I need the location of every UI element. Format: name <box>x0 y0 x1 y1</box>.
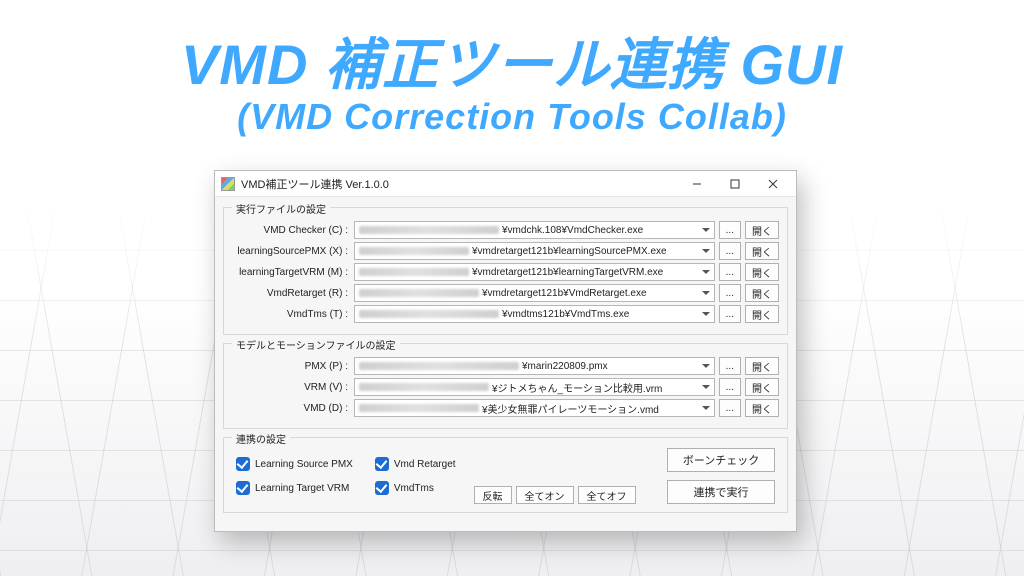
close-button[interactable] <box>754 173 792 195</box>
path-combo[interactable]: ¥vmdretarget121b¥learningSourcePMX.exe <box>354 242 715 260</box>
row-vmdtms: VmdTms (T) : ¥vmdtms121b¥VmdTms.exe ... … <box>232 305 779 323</box>
open-button[interactable]: 開く <box>745 242 779 260</box>
browse-button[interactable]: ... <box>719 399 741 417</box>
title-bar[interactable]: VMD補正ツール連携 Ver.1.0.0 <box>215 171 796 197</box>
window-title: VMD補正ツール連携 Ver.1.0.0 <box>241 176 678 192</box>
group-collab-settings: 連携の設定 Learning Source PMX Vmd Retarget L… <box>223 437 788 513</box>
maximize-button[interactable] <box>716 173 754 195</box>
bone-check-button[interactable]: ボーンチェック <box>667 448 775 472</box>
row-vmd: VMD (D) : ¥美少女無罪パイレーツモーション.vmd ... 開く <box>232 399 779 417</box>
path-combo[interactable]: ¥marin220809.pmx <box>354 357 715 375</box>
path-combo[interactable]: ¥vmdretarget121b¥VmdRetarget.exe <box>354 284 715 302</box>
group-model-motion: モデルとモーションファイルの設定 PMX (P) : ¥marin220809.… <box>223 343 788 429</box>
browse-button[interactable]: ... <box>719 284 741 302</box>
promo-subtitle: (VMD Correction Tools Collab) <box>0 96 1024 138</box>
browse-button[interactable]: ... <box>719 305 741 323</box>
run-collab-button[interactable]: 連携で実行 <box>667 480 775 504</box>
app-icon <box>221 177 235 191</box>
checkbox-icon <box>236 481 250 495</box>
label: VmdRetarget (R) : <box>232 288 350 299</box>
open-button[interactable]: 開く <box>745 284 779 302</box>
window-content: 実行ファイルの設定 VMD Checker (C) : ¥vmdchk.108¥… <box>215 197 796 531</box>
path-combo[interactable]: ¥vmdretarget121b¥learningTargetVRM.exe <box>354 263 715 281</box>
row-vrm: VRM (V) : ¥ジトメちゃん_モーション比較用.vrm ... 開く <box>232 378 779 396</box>
group-title: 連携の設定 <box>232 431 290 446</box>
all-off-button[interactable]: 全てオフ <box>578 486 636 504</box>
path-combo[interactable]: ¥ジトメちゃん_モーション比較用.vrm <box>354 378 715 396</box>
label: learningSourcePMX (X) : <box>232 246 350 257</box>
path-combo[interactable]: ¥vmdchk.108¥VmdChecker.exe <box>354 221 715 239</box>
app-window: VMD補正ツール連携 Ver.1.0.0 実行ファイルの設定 VMD Check… <box>214 170 797 532</box>
row-vmdretarget: VmdRetarget (R) : ¥vmdretarget121b¥VmdRe… <box>232 284 779 302</box>
group-title: モデルとモーションファイルの設定 <box>232 337 400 352</box>
browse-button[interactable]: ... <box>719 263 741 281</box>
group-title: 実行ファイルの設定 <box>232 201 330 216</box>
open-button[interactable]: 開く <box>745 378 779 396</box>
open-button[interactable]: 開く <box>745 263 779 281</box>
check-learning-target-vrm[interactable]: Learning Target VRM <box>236 481 353 495</box>
checkbox-icon <box>375 481 389 495</box>
promo-title: VMD 補正ツール連携 GUI <box>0 20 1024 101</box>
open-button[interactable]: 開く <box>745 305 779 323</box>
checkbox-icon <box>375 457 389 471</box>
browse-button[interactable]: ... <box>719 378 741 396</box>
row-pmx: PMX (P) : ¥marin220809.pmx ... 開く <box>232 357 779 375</box>
open-button[interactable]: 開く <box>745 357 779 375</box>
open-button[interactable]: 開く <box>745 399 779 417</box>
browse-button[interactable]: ... <box>719 221 741 239</box>
checkbox-icon <box>236 457 250 471</box>
check-learning-source-pmx[interactable]: Learning Source PMX <box>236 457 353 471</box>
path-combo[interactable]: ¥vmdtms121b¥VmdTms.exe <box>354 305 715 323</box>
row-vmdchecker: VMD Checker (C) : ¥vmdchk.108¥VmdChecker… <box>232 221 779 239</box>
invert-button[interactable]: 反転 <box>474 486 512 504</box>
label: VMD Checker (C) : <box>232 225 350 236</box>
row-learningtargetvrm: learningTargetVRM (M) : ¥vmdretarget121b… <box>232 263 779 281</box>
minimize-button[interactable] <box>678 173 716 195</box>
label: VMD (D) : <box>232 403 350 414</box>
path-combo[interactable]: ¥美少女無罪パイレーツモーション.vmd <box>354 399 715 417</box>
label: PMX (P) : <box>232 361 350 372</box>
group-exec-files: 実行ファイルの設定 VMD Checker (C) : ¥vmdchk.108¥… <box>223 207 788 335</box>
all-on-button[interactable]: 全てオン <box>516 486 574 504</box>
browse-button[interactable]: ... <box>719 242 741 260</box>
label: VmdTms (T) : <box>232 309 350 320</box>
check-vmdtms[interactable]: VmdTms <box>375 481 456 495</box>
open-button[interactable]: 開く <box>745 221 779 239</box>
row-learningsourcepmx: learningSourcePMX (X) : ¥vmdretarget121b… <box>232 242 779 260</box>
browse-button[interactable]: ... <box>719 357 741 375</box>
check-vmd-retarget[interactable]: Vmd Retarget <box>375 457 456 471</box>
label: learningTargetVRM (M) : <box>232 267 350 278</box>
label: VRM (V) : <box>232 382 350 393</box>
